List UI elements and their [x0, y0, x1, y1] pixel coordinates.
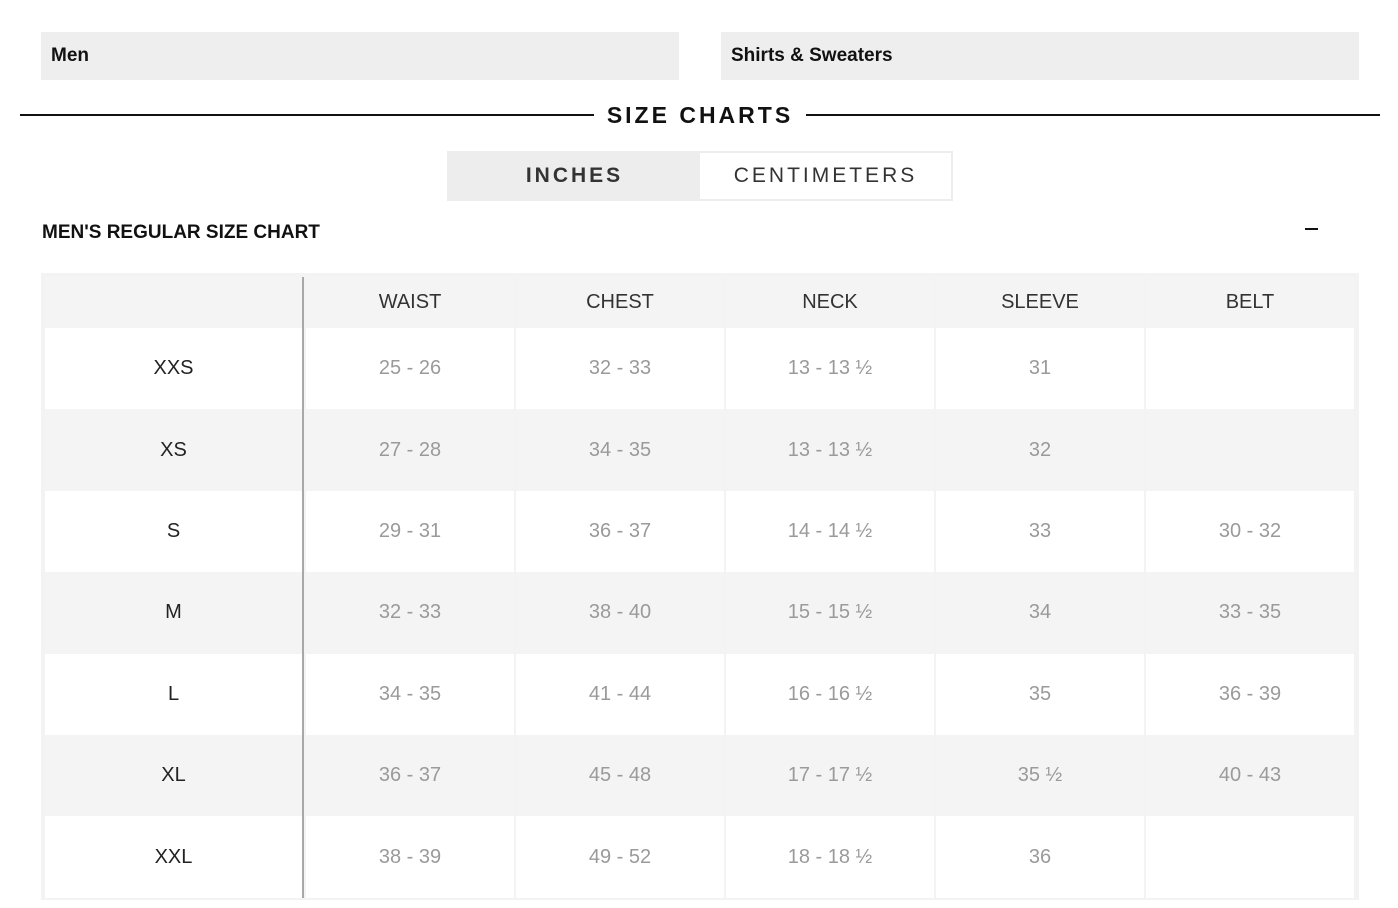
chest-cell: 34 - 35: [514, 409, 724, 491]
waist-cell: 32 - 33: [304, 572, 514, 654]
size-cell: L: [45, 653, 304, 735]
belt-cell: 33 - 35: [1144, 572, 1354, 654]
section-title: MEN'S REGULAR SIZE CHART: [42, 222, 320, 243]
sleeve-cell: 32: [934, 409, 1144, 491]
chest-cell: 38 - 40: [514, 572, 724, 654]
page-title: SIZE CHARTS: [606, 101, 794, 128]
size-cell: S: [45, 490, 304, 573]
header-cell-waist: WAIST: [304, 277, 514, 328]
table-row: S 29 - 31 36 - 37 14 - 14 ½ 33 30 - 32: [45, 490, 1359, 573]
belt-cell: [1144, 328, 1354, 410]
collapse-button[interactable]: [1300, 218, 1322, 240]
neck-cell: 16 - 16 ½: [724, 653, 934, 735]
neck-cell: 17 - 17 ½: [724, 734, 934, 817]
heading-divider-right: [806, 114, 1380, 116]
table-header-row: WAIST CHEST NECK SLEEVE BELT: [45, 277, 1359, 328]
table-row: XL 36 - 37 45 - 48 17 - 17 ½ 35 ½ 40 - 4…: [45, 734, 1359, 817]
sleeve-cell: 36: [934, 816, 1144, 898]
table-row: XXL 38 - 39 49 - 52 18 - 18 ½ 36: [45, 816, 1359, 898]
table-row: L 34 - 35 41 - 44 16 - 16 ½ 35 36 - 39: [45, 653, 1359, 735]
heading-divider-left: [20, 114, 594, 116]
sleeve-cell: 35: [934, 653, 1144, 735]
waist-cell: 38 - 39: [304, 816, 514, 898]
chest-cell: 45 - 48: [514, 734, 724, 817]
size-cell: XL: [45, 734, 304, 817]
table-row: XXS 25 - 26 32 - 33 13 - 13 ½ 31: [45, 328, 1359, 410]
waist-cell: 25 - 26: [304, 328, 514, 410]
chest-cell: 32 - 33: [514, 328, 724, 410]
header-cell-neck: NECK: [724, 277, 934, 328]
belt-cell: 40 - 43: [1144, 734, 1354, 817]
waist-cell: 36 - 37: [304, 734, 514, 817]
size-cell: M: [45, 572, 304, 654]
neck-cell: 13 - 13 ½: [724, 409, 934, 491]
neck-cell: 14 - 14 ½: [724, 490, 934, 573]
chest-cell: 49 - 52: [514, 816, 724, 898]
header-cell-chest: CHEST: [514, 277, 724, 328]
sleeve-cell: 33: [934, 490, 1144, 573]
belt-cell: [1144, 816, 1354, 898]
sleeve-cell: 34: [934, 572, 1144, 654]
size-chart-table: WAIST CHEST NECK SLEEVE BELT XXS 25 - 26…: [41, 273, 1359, 900]
category-select[interactable]: Men: [41, 32, 679, 80]
size-charts-heading: SIZE CHARTS: [20, 100, 1380, 130]
waist-cell: 34 - 35: [304, 653, 514, 735]
header-cell-sleeve: SLEEVE: [934, 277, 1144, 328]
waist-cell: 29 - 31: [304, 490, 514, 573]
unit-toggle: INCHES CENTIMETERS: [447, 151, 953, 201]
header-cell-belt: BELT: [1144, 277, 1354, 328]
unit-centimeters-button[interactable]: CENTIMETERS: [700, 153, 951, 199]
chest-cell: 36 - 37: [514, 490, 724, 573]
sleeve-cell: 31: [934, 328, 1144, 410]
minus-icon: [1304, 228, 1318, 230]
subcategory-select[interactable]: Shirts & Sweaters: [721, 32, 1359, 80]
sleeve-cell: 35 ½: [934, 734, 1144, 817]
size-cell: XS: [45, 409, 304, 491]
belt-cell: [1144, 409, 1354, 491]
belt-cell: 36 - 39: [1144, 653, 1354, 735]
header-cell-size: [45, 277, 304, 328]
filter-selectors: Men Shirts & Sweaters: [41, 32, 1359, 80]
belt-cell: 30 - 32: [1144, 490, 1354, 573]
unit-inches-button[interactable]: INCHES: [449, 153, 700, 199]
table-row: XS 27 - 28 34 - 35 13 - 13 ½ 32: [45, 409, 1359, 491]
waist-cell: 27 - 28: [304, 409, 514, 491]
chest-cell: 41 - 44: [514, 653, 724, 735]
neck-cell: 18 - 18 ½: [724, 816, 934, 898]
table-row: M 32 - 33 38 - 40 15 - 15 ½ 34 33 - 35: [45, 572, 1359, 654]
size-cell: XXL: [45, 816, 304, 898]
size-cell: XXS: [45, 328, 304, 410]
neck-cell: 13 - 13 ½: [724, 328, 934, 410]
neck-cell: 15 - 15 ½: [724, 572, 934, 654]
